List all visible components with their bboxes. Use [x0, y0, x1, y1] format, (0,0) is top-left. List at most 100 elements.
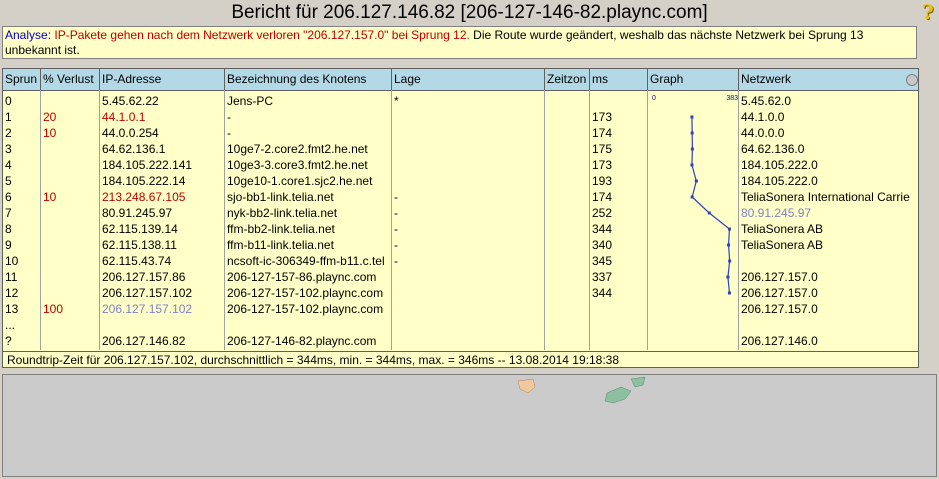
- cell-name: 206-127-157-86.plaync.com: [227, 270, 377, 284]
- cell-net: 206.127.157.0: [741, 286, 818, 300]
- column-header[interactable]: Bezeichnung des Knotens: [225, 69, 392, 90]
- column-header[interactable]: Graph: [648, 69, 739, 90]
- graph-point: [690, 195, 694, 199]
- graph-point: [690, 131, 694, 135]
- cell-loss: [41, 333, 100, 349]
- cell-loss: 10: [43, 126, 57, 140]
- table-row[interactable]: 0 5.45.62.22 Jens-PC * 5.45.62.0: [3, 93, 918, 109]
- column-header[interactable]: IP-Adresse: [100, 69, 225, 90]
- cell-loss: 10: [43, 190, 57, 204]
- cell-name: 10ge7-2.core2.fmt2.he.net: [227, 142, 368, 156]
- cell-tz: [545, 141, 590, 157]
- table-row[interactable]: 10 62.115.43.74 ncsoft-ic-306349-ffm-b11.c…: [3, 253, 918, 269]
- hop-table: Sprun% Verlust IP-Adresse Bezeichnung des …: [2, 68, 919, 368]
- cell-tz: [545, 333, 590, 349]
- column-options-icon[interactable]: [906, 74, 918, 86]
- cell-net: 184.105.222.0: [741, 174, 818, 188]
- cell-loc: [392, 109, 545, 125]
- table-row[interactable]: 3 64.62.136.1 10ge7-2.core2.fmt2.he.net 175…: [3, 141, 918, 157]
- cell-loc: [392, 285, 545, 301]
- table-row[interactable]: 8 62.115.139.14 ffm-bb2-link.telia.net - 344…: [3, 221, 918, 237]
- graph-point: [690, 115, 694, 119]
- table-row[interactable]: 13 100 206.127.157.102 206-127-157-102.play…: [3, 301, 918, 317]
- cell-name: Jens-PC: [227, 94, 274, 108]
- cell-loc: *: [394, 94, 399, 108]
- table-row[interactable]: 6 10 213.248.67.105 sjo-bb1-link.telia.net -…: [3, 189, 918, 205]
- cell-loc: -: [394, 254, 398, 268]
- help-icon[interactable]: ?: [919, 1, 937, 23]
- cell-tz: [545, 109, 590, 125]
- cell-hop: 9: [5, 238, 12, 252]
- table-row[interactable]: 4 184.105.222.141 10ge3-3.core3.fmt2.he.ne…: [3, 157, 918, 173]
- cell-loc: -: [394, 190, 398, 204]
- cell-loss: 100: [43, 302, 64, 316]
- graph-scale-min: 0: [652, 95, 656, 102]
- table-row[interactable]: 2 10 44.0.0.254 - 174 44.0.0.0: [3, 125, 918, 141]
- cell-ip: 206.127.157.102: [102, 286, 193, 300]
- cell-loc: -: [394, 222, 398, 236]
- cell-ip: 62.115.138.11: [102, 238, 177, 252]
- cell-name: [225, 317, 392, 333]
- cell-hop: 1: [5, 110, 12, 124]
- table-row[interactable]: 11 206.127.157.86 206-127-157-86.plaync.co…: [3, 269, 918, 285]
- cell-ip: 5.45.62.22: [102, 94, 159, 108]
- cell-ip: 184.105.222.141: [102, 158, 193, 172]
- table-row[interactable]: 7 80.91.245.97 nyk-bb2-link.telia.net - 252 8…: [3, 205, 918, 221]
- analysis-label: Analyse:: [5, 28, 52, 42]
- cell-tz: [545, 237, 590, 253]
- column-header[interactable]: Sprun: [3, 69, 41, 90]
- cell-name: ffm-b11-link.telia.net: [227, 238, 334, 252]
- cell-ip: 62.115.139.14: [102, 222, 178, 236]
- cell-ms: [590, 93, 648, 109]
- cell-ms: 173: [592, 110, 613, 124]
- cell-tz: [545, 317, 590, 333]
- cell-hop: 7: [5, 206, 12, 220]
- cell-ip: 44.1.0.1: [102, 110, 146, 124]
- cell-net: 206.127.157.0: [741, 302, 818, 316]
- cell-ms: 344: [592, 222, 613, 236]
- cell-name: sjo-bb1-link.telia.net: [227, 190, 334, 204]
- column-header[interactable]: Lage: [392, 69, 545, 90]
- cell-tz: [545, 173, 590, 189]
- table-row[interactable]: 5 184.105.222.14 10ge10-1.core1.sjc2.he.ne…: [3, 173, 918, 189]
- table-row[interactable]: 9 62.115.138.11 ffm-b11-link.telia.net - 340…: [3, 237, 918, 253]
- column-header[interactable]: % Verlust: [41, 69, 100, 90]
- cell-net: [739, 317, 918, 333]
- cell-name: 10ge10-1.core1.sjc2.he.net: [227, 174, 373, 188]
- cell-net: 80.91.245.97: [741, 206, 812, 220]
- cell-ms: 337: [592, 270, 613, 284]
- cell-net: TeliaSonera International Carrie: [741, 190, 910, 204]
- graph-point: [707, 211, 711, 215]
- cell-net: 206.127.146.0: [741, 334, 818, 348]
- cell-loss: [41, 141, 100, 157]
- cell-loss: [41, 221, 100, 237]
- cell-loss: [41, 205, 100, 221]
- cell-loss: [41, 93, 100, 109]
- table-row[interactable]: ? 206.127.146.82 206-127-146-82.plaync.com…: [3, 333, 918, 349]
- cell-ms: 174: [592, 190, 613, 204]
- cell-ms: [590, 317, 648, 333]
- cell-loss: [41, 173, 100, 189]
- column-header[interactable]: ms: [590, 69, 648, 90]
- column-header[interactable]: Zeitzon: [545, 69, 590, 90]
- cell-hop: 2: [5, 126, 12, 140]
- cell-hop: 6: [5, 190, 12, 204]
- cell-net: TeliaSonera AB: [741, 222, 824, 236]
- graph-point: [726, 275, 730, 279]
- cell-hop: 11: [5, 270, 18, 284]
- cell-loc: [392, 317, 545, 333]
- cell-loc: [392, 157, 545, 173]
- cell-ms: 174: [592, 126, 613, 140]
- column-header[interactable]: Netzwerk: [739, 69, 918, 90]
- cell-loc: [392, 333, 545, 349]
- cell-loss: [41, 157, 100, 173]
- graph-point: [727, 243, 731, 247]
- route-map[interactable]: [2, 374, 937, 477]
- cell-net: 5.45.62.0: [741, 94, 792, 108]
- table-row[interactable]: 12 206.127.157.102 206-127-157-102.plaync.…: [3, 285, 918, 301]
- table-row[interactable]: ...: [3, 317, 918, 333]
- table-row[interactable]: 1 20 44.1.0.1 - 173 44.1.0.0: [3, 109, 918, 125]
- cell-tz: [545, 269, 590, 285]
- graph-point: [694, 179, 698, 183]
- cell-hop: 13: [5, 302, 19, 316]
